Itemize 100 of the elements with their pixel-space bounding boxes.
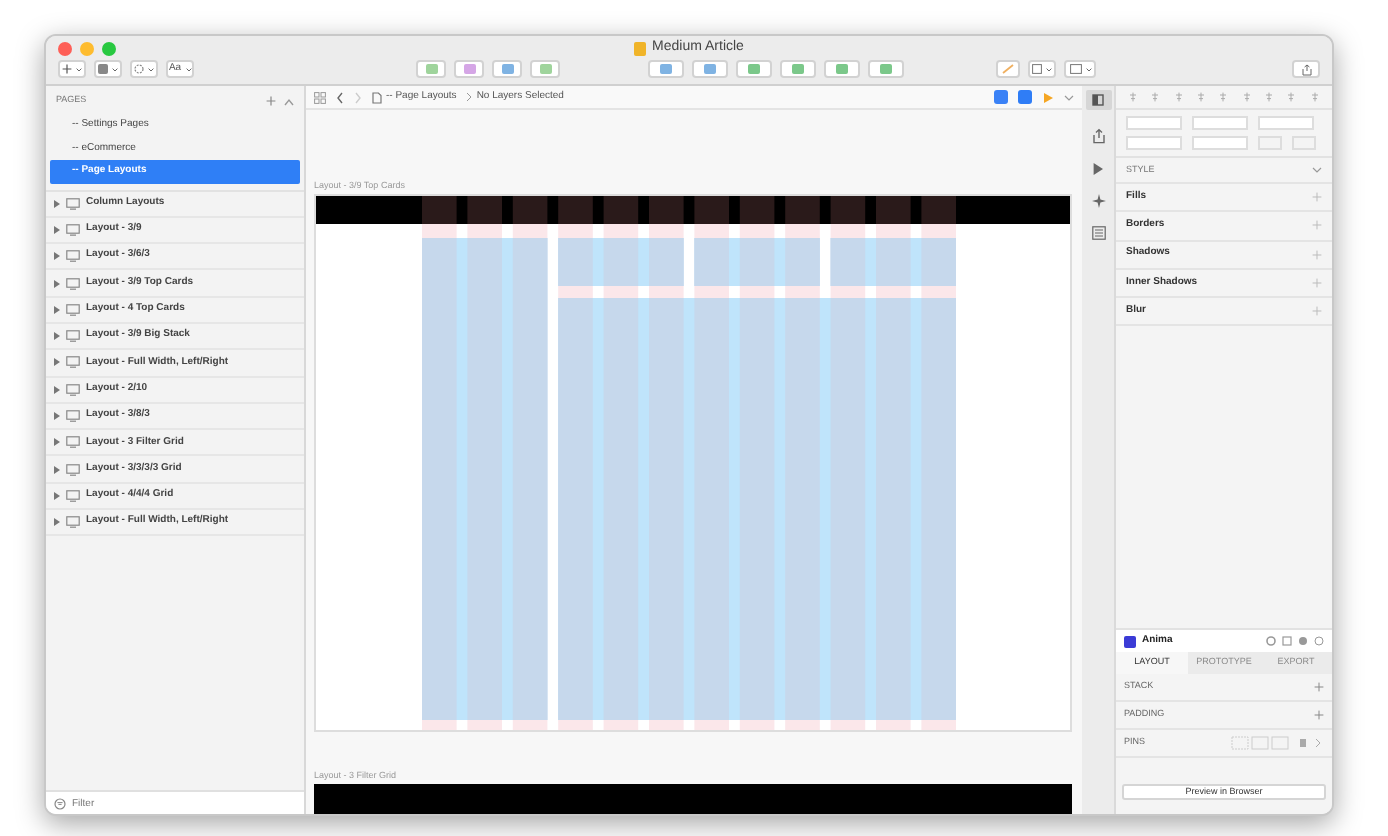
list-icon[interactable]: [1091, 226, 1105, 240]
share-icon: [1301, 63, 1311, 75]
square-icon: [792, 64, 804, 74]
align-icon[interactable]: [1286, 92, 1297, 102]
add-icon[interactable]: [1314, 682, 1324, 692]
link-button[interactable]: [996, 60, 1020, 78]
disclosure-icon[interactable]: [54, 358, 60, 367]
artboard-icon: [66, 250, 80, 263]
artboard-icon: [66, 516, 80, 529]
insert-button[interactable]: [58, 60, 86, 78]
disclosure-icon[interactable]: [54, 385, 60, 394]
add-icon[interactable]: [1314, 710, 1324, 720]
tool-button[interactable]: [868, 60, 904, 78]
align-icon[interactable]: [1173, 92, 1184, 102]
add-icon[interactable]: [1312, 192, 1322, 203]
add-icon: [62, 64, 72, 74]
disclosure-icon[interactable]: [54, 491, 60, 500]
add-icon[interactable]: [1312, 220, 1322, 231]
disclosure-icon[interactable]: [54, 305, 60, 314]
layers-button[interactable]: [94, 60, 122, 78]
tool-button[interactable]: [736, 60, 772, 78]
align-icon[interactable]: [1264, 92, 1275, 102]
minimize-button[interactable]: [80, 42, 94, 56]
square-icon: [539, 64, 551, 74]
artboard-icon: [66, 463, 80, 476]
artboard-icon: [66, 223, 80, 236]
disclosure-icon[interactable]: [54, 332, 60, 341]
align-icon[interactable]: [1218, 92, 1229, 102]
sparkle-icon[interactable]: [1091, 194, 1105, 208]
square-icon: [501, 64, 513, 74]
chevron-down-icon[interactable]: [1064, 93, 1074, 101]
circle-icon: [134, 64, 144, 74]
play-icon[interactable]: [1092, 162, 1104, 176]
forward-icon[interactable]: [354, 91, 362, 103]
add-icon[interactable]: [1312, 278, 1322, 289]
tool-button[interactable]: [780, 60, 816, 78]
height-field[interactable]: [1192, 136, 1248, 150]
inspector-tab[interactable]: [1085, 90, 1111, 110]
line-icon: [1002, 64, 1014, 74]
disclosure-icon[interactable]: [54, 225, 60, 234]
add-icon[interactable]: [1312, 306, 1322, 317]
artboard-icon: [66, 330, 80, 343]
window-button[interactable]: [1064, 60, 1096, 78]
align-icon[interactable]: [1150, 92, 1161, 102]
disclosure-icon[interactable]: [54, 518, 60, 527]
align-icon[interactable]: [1309, 92, 1320, 102]
add-icon[interactable]: [266, 96, 276, 106]
chevron-icon[interactable]: [284, 97, 294, 105]
disclosure-icon[interactable]: [54, 279, 60, 288]
share-button[interactable]: [1292, 60, 1320, 78]
artboard-icon: [66, 303, 80, 316]
artboard-icon: [66, 410, 80, 423]
document-icon: [634, 41, 647, 56]
square-icon: [748, 64, 760, 74]
artboard-icon: [66, 383, 80, 396]
view-button[interactable]: [1028, 60, 1056, 78]
chevron-down-icon[interactable]: [1312, 166, 1322, 174]
disclosure-icon[interactable]: [54, 252, 60, 261]
square-icon: [660, 64, 672, 74]
square-icon: [425, 64, 437, 74]
width-field[interactable]: [1126, 136, 1182, 150]
back-icon[interactable]: [336, 91, 344, 103]
tool-button[interactable]: [454, 60, 484, 78]
disclosure-icon[interactable]: [54, 465, 60, 474]
grid-icon[interactable]: [314, 91, 326, 103]
align-icon[interactable]: [1196, 92, 1207, 102]
add-icon[interactable]: [1312, 249, 1322, 260]
square-icon: [704, 64, 716, 74]
anima-logo-icon: [1124, 635, 1136, 647]
artboard-icon: [66, 356, 80, 369]
rotation-field[interactable]: [1258, 116, 1314, 130]
share-icon[interactable]: [1091, 128, 1105, 144]
align-icon[interactable]: [1128, 92, 1139, 102]
artboard-icon: [66, 489, 80, 502]
zoom-button[interactable]: [102, 42, 116, 56]
tool-button[interactable]: [492, 60, 522, 78]
artboard-icon: [66, 197, 80, 210]
close-button[interactable]: [58, 42, 72, 56]
page-icon: [372, 91, 382, 103]
y-field[interactable]: [1192, 116, 1248, 130]
disclosure-icon[interactable]: [54, 412, 60, 421]
disclosure-icon[interactable]: [54, 438, 60, 447]
tool-button[interactable]: [648, 60, 684, 78]
square-icon: [836, 64, 848, 74]
disclosure-icon[interactable]: [54, 199, 60, 208]
artboard-icon: [66, 277, 80, 290]
artboard-icon: [66, 436, 80, 449]
tool-button[interactable]: [530, 60, 560, 78]
x-field[interactable]: [1126, 116, 1182, 130]
square-icon: [880, 64, 892, 74]
tool-button[interactable]: [824, 60, 860, 78]
symbol-button[interactable]: [130, 60, 158, 78]
tool-button[interactable]: [692, 60, 728, 78]
window-icon: [1069, 64, 1081, 74]
align-icon[interactable]: [1241, 92, 1252, 102]
square-icon: [463, 64, 475, 74]
square-icon: [1032, 64, 1042, 74]
tool-button[interactable]: [416, 60, 446, 78]
panel-icon: [1092, 94, 1104, 106]
chevron-right-icon: [466, 92, 473, 102]
